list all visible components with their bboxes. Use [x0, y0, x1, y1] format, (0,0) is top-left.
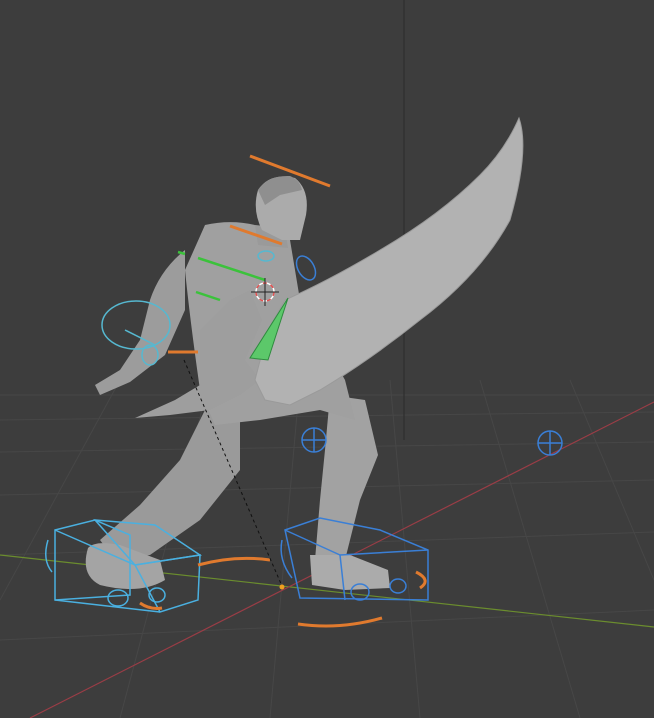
crosshair-circle-icon[interactable] [301, 427, 327, 453]
viewport-canvas[interactable] [0, 0, 654, 718]
origin-dot-icon[interactable] [279, 584, 285, 590]
3d-viewport[interactable] [0, 0, 654, 718]
character-mesh[interactable] [85, 175, 390, 590]
crosshair-circle-icon[interactable] [537, 430, 563, 456]
blade-mesh[interactable] [254, 116, 524, 406]
